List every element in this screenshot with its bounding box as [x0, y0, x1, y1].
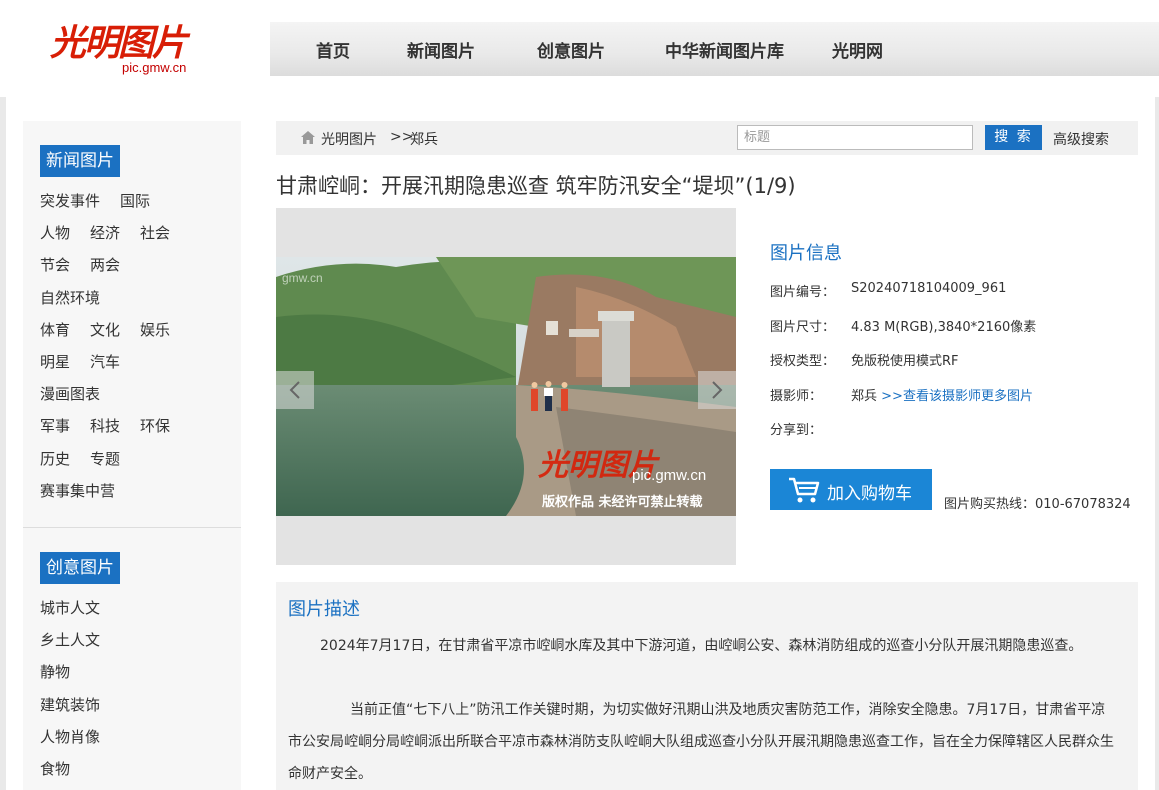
photo-corner-mark: gmw.cn: [282, 271, 323, 285]
photo-id-label: 图片编号：: [770, 285, 836, 300]
sidebar-news-row: 突发事件 国际: [40, 190, 170, 212]
sidebar-creative-row: 食物: [40, 758, 90, 780]
sidebar-divider: [23, 527, 241, 528]
search-input[interactable]: 标题: [737, 125, 973, 150]
shopping-cart-icon: [789, 477, 820, 503]
nav-china-news-library[interactable]: 中华新闻图片库: [665, 37, 784, 62]
sidebar-creative-link[interactable]: 乡土人文: [40, 631, 100, 649]
advanced-search-link[interactable]: 高级搜索: [1053, 129, 1109, 149]
sidebar-creative-row: 乡土人文: [40, 629, 120, 651]
prev-photo-button[interactable]: [276, 371, 314, 409]
sidebar: 新闻图片 突发事件 国际人物 经济 社会节会 两会自然环境体育 文化 娱乐明星 汽车漫画图表军…: [23, 121, 241, 790]
license-label: 授权类型：: [770, 354, 836, 369]
sidebar-news-row: 明星 汽车: [40, 351, 140, 373]
photographer-label: 摄影师：: [770, 389, 823, 404]
sidebar-news-link[interactable]: 人物: [40, 224, 70, 242]
photographer-info: 郑兵 >>查看该摄影师更多图片: [851, 385, 1033, 404]
sidebar-creative-row: 建筑装饰: [40, 694, 120, 716]
sidebar-news-link[interactable]: 自然环境: [40, 289, 100, 307]
sidebar-creative-link[interactable]: 城市人文: [40, 599, 100, 617]
sidebar-creative-link[interactable]: 人物肖像: [40, 728, 100, 746]
sidebar-news-link[interactable]: 体育: [40, 321, 70, 339]
photo-size-label: 图片尺寸：: [770, 320, 836, 335]
nav-home[interactable]: 首页: [316, 37, 350, 62]
sidebar-creative-link[interactable]: 食物: [40, 760, 70, 778]
sidebar-news-link[interactable]: 节会: [40, 256, 70, 274]
sidebar-news-row: 自然环境: [40, 287, 120, 309]
sidebar-news-link[interactable]: 国际: [120, 192, 150, 210]
sidebar-news-link[interactable]: 突发事件: [40, 192, 100, 210]
sidebar-news-link[interactable]: 娱乐: [140, 321, 170, 339]
sidebar-creative-row: 人物肖像: [40, 726, 120, 748]
sidebar-creative-row: 城市人文: [40, 597, 120, 619]
sidebar-news-link[interactable]: 赛事集中营: [40, 482, 115, 500]
sidebar-news-row: 体育 文化 娱乐: [40, 319, 190, 341]
photo-copyright: 版权作品 未经许可禁止转载: [542, 494, 703, 510]
photo-watermark-url: pic.gmw.cn: [632, 467, 706, 484]
description-heading: 图片描述: [288, 599, 360, 620]
sidebar-news-row: 军事 科技 环保: [40, 415, 190, 437]
sidebar-creative-row: 静物: [40, 661, 90, 683]
sidebar-news-row: 节会 两会: [40, 254, 140, 276]
sidebar-news-link[interactable]: 明星: [40, 353, 70, 371]
sidebar-news-link[interactable]: 历史: [40, 450, 70, 468]
breadcrumb-home[interactable]: 光明图片: [321, 129, 377, 149]
share-label: 分享到：: [770, 423, 823, 438]
sidebar-news-link[interactable]: 经济: [90, 224, 120, 242]
sidebar-news-title[interactable]: 新闻图片: [40, 145, 120, 177]
breadcrumb-bar: 光明图片 >> 郑兵 标题 搜 索 高级搜索: [276, 121, 1138, 155]
add-to-cart-label: 加入购物车: [827, 484, 912, 504]
chevron-left-icon: [289, 381, 300, 399]
sidebar-news-link[interactable]: 漫画图表: [40, 385, 100, 403]
purchase-hotline: 图片购买热线：010-67078324: [944, 497, 1131, 512]
description-paragraph-2: 当前正值“七下八上”防汛工作关键时期，为切实做好汛期山洪及地质灾害防范工作，消除…: [288, 702, 1114, 782]
sidebar-news-row: 历史 专题: [40, 448, 140, 470]
description-paragraph-1: 2024年7月17日，在甘肃省平凉市崆峒水库及其中下游河道，由崆峒公安、森林消防…: [320, 638, 1083, 654]
sidebar-news-link[interactable]: 科技: [90, 417, 120, 435]
photographer-name[interactable]: 郑兵: [851, 389, 877, 404]
sidebar-creative-link[interactable]: 静物: [40, 663, 70, 681]
sidebar-creative-title[interactable]: 创意图片: [40, 552, 120, 584]
add-to-cart-button[interactable]: 加入购物车: [770, 469, 932, 510]
photo-description: 图片描述 2024年7月17日，在甘肃省平凉市崆峒水库及其中下游河道，由崆峒公安…: [276, 582, 1138, 790]
breadcrumb-current[interactable]: 郑兵: [410, 129, 438, 149]
page-title: 甘肃崆峒：开展汛期隐患巡查 筑牢防汛安全“堤坝”(1/9): [276, 174, 796, 198]
photo-size-value: 4.83 M(RGB),3840*2160像素: [851, 320, 1037, 335]
search-button[interactable]: 搜 索: [985, 125, 1042, 150]
sidebar-news-link[interactable]: 环保: [140, 417, 170, 435]
sidebar-news-row: 人物 经济 社会: [40, 222, 190, 244]
logo-url: pic.gmw.cn: [122, 60, 187, 75]
sidebar-news-row: 漫画图表: [40, 383, 120, 405]
sidebar-news-link[interactable]: 文化: [90, 321, 120, 339]
nav-gmw[interactable]: 光明网: [832, 37, 883, 62]
photo-id-value: S20240718104009_961: [851, 281, 1007, 296]
next-photo-button[interactable]: [698, 371, 736, 409]
nav-creative-photos[interactable]: 创意图片: [537, 37, 605, 62]
site-header: 光明图片 pic.gmw.cn 首页 新闻图片 创意图片 中华新闻图片库 光明网: [0, 0, 1159, 97]
photographer-more-link[interactable]: >>查看该摄影师更多图片: [881, 389, 1033, 404]
info-heading: 图片信息: [770, 243, 842, 264]
chevron-right-icon: [712, 381, 723, 399]
sidebar-news-link[interactable]: 军事: [40, 417, 70, 435]
sidebar-news-row: 赛事集中营: [40, 480, 135, 502]
photo-viewer: gmw.cn 光明图片 pic.gmw.cn 版权作品 未经许可禁止转载: [276, 208, 736, 565]
nav-news-photos[interactable]: 新闻图片: [407, 37, 475, 62]
home-icon[interactable]: [301, 131, 315, 144]
sidebar-news-link[interactable]: 社会: [140, 224, 170, 242]
sidebar-news-link[interactable]: 汽车: [90, 353, 120, 371]
main-photo[interactable]: gmw.cn 光明图片 pic.gmw.cn 版权作品 未经许可禁止转载: [276, 257, 736, 516]
sidebar-news-link[interactable]: 专题: [90, 450, 120, 468]
main-nav: 首页 新闻图片 创意图片 中华新闻图片库 光明网: [0, 37, 1159, 62]
sidebar-news-link[interactable]: 两会: [90, 256, 120, 274]
license-value: 免版税使用模式RF: [851, 354, 959, 369]
sidebar-creative-link[interactable]: 建筑装饰: [40, 696, 100, 714]
